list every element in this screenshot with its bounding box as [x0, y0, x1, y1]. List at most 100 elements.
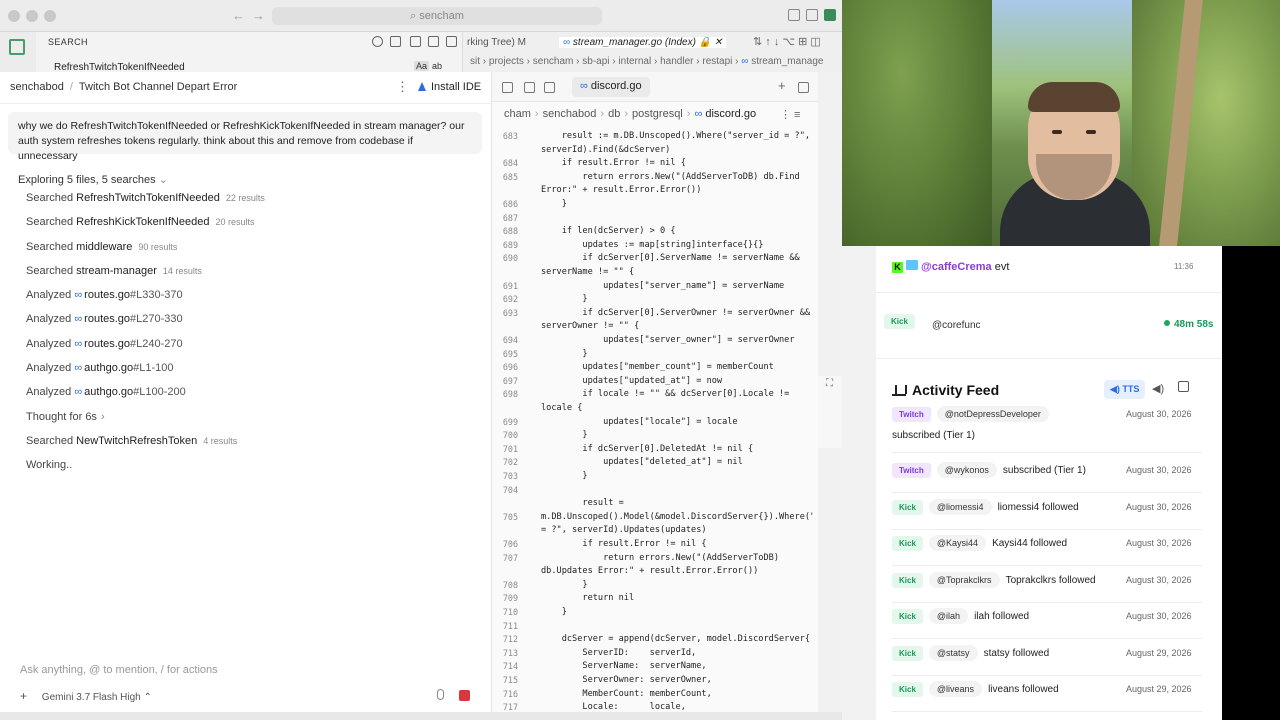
code-line[interactable]: serverName != "" { [541, 266, 813, 280]
ecrumb-2[interactable]: db [608, 108, 620, 120]
agent-step[interactable]: Analyzed ∞ authgo.go#L1-100 [26, 362, 265, 386]
agent-step[interactable]: Analyzed ∞ routes.go#L270-330 [26, 313, 265, 337]
crumb-0[interactable]: sit [470, 56, 480, 67]
agent-step[interactable]: Thought for 6s › [26, 411, 265, 435]
code-line[interactable]: return errors.New("(AddServerToDB) [541, 552, 813, 566]
agent-step[interactable]: Searched NewTwitchRefreshToken 4 results [26, 435, 265, 459]
chat-username[interactable]: @caffeCrema [921, 261, 992, 273]
code-line[interactable]: ServerName: serverName, [541, 660, 813, 674]
activity-handle[interactable]: @statsy [928, 644, 978, 661]
minimize-window-button[interactable] [26, 10, 38, 22]
tab-working-tree[interactable]: rking Tree) M [467, 37, 526, 48]
code-line[interactable]: if len(dcServer) > 0 { [541, 225, 813, 239]
chat-crumb-workspace[interactable]: senchabod [10, 81, 64, 93]
activity-handle[interactable]: @notDepressDeveloper [936, 406, 1049, 422]
panel-toggle-icon[interactable] [824, 9, 836, 21]
command-center-search[interactable]: ⌕ sencham [272, 7, 602, 25]
speaker-icon[interactable]: ◀) [1152, 382, 1164, 395]
model-selector[interactable]: Gemini 3.7 Flash High ⌃ [42, 692, 152, 703]
agent-step[interactable]: Searched RefreshKickTokenIfNeeded 20 resu… [26, 216, 265, 240]
code-line[interactable]: if dcServer[0].ServerOwner != serverOwne… [541, 307, 813, 321]
editor-actions-icons[interactable]: ⇅ ↑ ↓ ⌥ ⊞ ◫ [753, 35, 821, 48]
files-icon[interactable] [502, 82, 513, 93]
code-line[interactable]: result := m.DB.Unscoped().Where("server_… [541, 130, 813, 144]
activity-handle[interactable]: @Toprakclkrs [928, 571, 1000, 588]
step-file[interactable]: routes.go [84, 313, 130, 325]
code-line[interactable]: if result.Error != nil { [541, 157, 813, 171]
code-line[interactable]: } [541, 293, 813, 307]
exploring-summary[interactable]: Exploring 5 files, 5 searches ⌄ [18, 173, 168, 186]
microphone-icon[interactable] [437, 689, 444, 700]
crumb-3[interactable]: sb-api [582, 56, 609, 67]
crumb-6[interactable]: restapi [702, 56, 732, 67]
activity-handle[interactable]: @wykonos [936, 462, 997, 478]
code-line[interactable]: result = [541, 497, 813, 511]
crumb-1[interactable]: projects [489, 56, 524, 67]
activity-handle[interactable]: @liveans [928, 681, 983, 697]
tab-stream-manager[interactable]: ∞ stream_manager.go (Index) 🔒 ✕ [559, 37, 727, 48]
code-line[interactable]: locale { [541, 402, 813, 416]
code-line[interactable]: = ?", serverId).Updates(updates) [541, 524, 813, 538]
agent-step[interactable]: Analyzed ∞ routes.go#L330-370 [26, 289, 265, 313]
list-view-icon[interactable] [410, 36, 421, 47]
copy-icon[interactable] [524, 82, 535, 93]
code-line[interactable]: updates["updated_at"] = now [541, 375, 813, 389]
explorer-icon[interactable] [9, 39, 25, 55]
sidebar-toggle-icon[interactable] [806, 9, 818, 21]
ecrumb-0[interactable]: cham [504, 108, 531, 120]
agent-step[interactable]: Searched stream-manager 14 results [26, 265, 265, 289]
code-line[interactable]: if result.Error != nil { [541, 538, 813, 552]
ecrumb-1[interactable]: senchabod [543, 108, 597, 120]
chat-input[interactable]: Ask anything, @ to mention, / for action… [20, 664, 218, 676]
tts-toggle[interactable]: ◀) TTS [1104, 380, 1146, 399]
code-line[interactable]: } [541, 606, 813, 620]
install-ide-button[interactable]: Install IDE [418, 81, 481, 93]
step-file[interactable]: routes.go [84, 289, 130, 301]
code-line[interactable]: } [541, 198, 813, 212]
split-editor-icon[interactable] [798, 82, 809, 93]
code-line[interactable]: updates := map[string]interface{}{} [541, 239, 813, 253]
clear-results-icon[interactable] [390, 36, 401, 47]
code-line[interactable]: } [541, 579, 813, 593]
match-case-toggle[interactable]: Aa [414, 61, 430, 71]
forward-arrow-icon[interactable]: → [252, 8, 265, 23]
open-editor-icon[interactable] [446, 36, 457, 47]
code-line[interactable]: Error:" + result.Error.Error()) [541, 184, 813, 198]
tab-discord-go[interactable]: ∞ discord.go [572, 77, 650, 97]
step-file[interactable]: routes.go [84, 338, 130, 350]
code-line[interactable]: } [541, 429, 813, 443]
editor-more-icon[interactable]: ⋮ ≡ [780, 108, 800, 121]
channel-handle[interactable]: @corefunc [932, 320, 981, 331]
external-link-icon[interactable] [1178, 381, 1189, 392]
zoom-window-button[interactable] [44, 10, 56, 22]
match-word-toggle[interactable]: ab [430, 61, 444, 71]
code-line[interactable]: m.DB.Unscoped().Model(&model.DiscordServ… [541, 511, 813, 525]
code-line[interactable]: return errors.New("(AddServerToDB) db.Fi… [541, 171, 813, 185]
refresh-icon[interactable] [372, 36, 383, 47]
code-line[interactable]: MemberCount: memberCount, [541, 688, 813, 702]
close-tab-icon[interactable]: ✕ [714, 37, 722, 48]
code-line[interactable]: } [541, 348, 813, 362]
agent-step[interactable]: Analyzed ∞ routes.go#L240-270 [26, 338, 265, 362]
crumb-5[interactable]: handler [660, 56, 693, 67]
code-line[interactable]: db.Updates Error:" + result.Error.Error(… [541, 565, 813, 579]
more-options-icon[interactable]: ⋮ [396, 79, 409, 95]
code-line[interactable]: if dcServer[0].ServerName != serverName … [541, 252, 813, 266]
activity-handle[interactable]: @Kaysi44 [928, 535, 987, 551]
ecrumb-3[interactable]: postgresql [632, 108, 683, 120]
layout-icon[interactable] [788, 9, 800, 21]
agent-step[interactable]: Analyzed ∞ authgo.go#L100-200 [26, 386, 265, 410]
activity-handle[interactable]: @liomessi4 [928, 498, 992, 515]
new-tab-icon[interactable]: + [778, 78, 786, 93]
crumb-4[interactable]: internal [618, 56, 651, 67]
activity-handle[interactable]: @ilah [928, 608, 969, 624]
code-line[interactable]: if locale != "" && dcServer[0].Locale != [541, 388, 813, 402]
code-line[interactable]: serverId).Find(&dcServer) [541, 144, 813, 158]
code-line[interactable]: return nil [541, 592, 813, 606]
code-line[interactable]: ServerOwner: serverOwner, [541, 674, 813, 688]
step-file[interactable]: authgo.go [84, 386, 133, 398]
code-line[interactable]: updates["locale"] = locale [541, 416, 813, 430]
close-window-button[interactable] [8, 10, 20, 22]
crumb-2[interactable]: sencham [533, 56, 574, 67]
ecrumb-4[interactable]: discord.go [705, 108, 756, 120]
